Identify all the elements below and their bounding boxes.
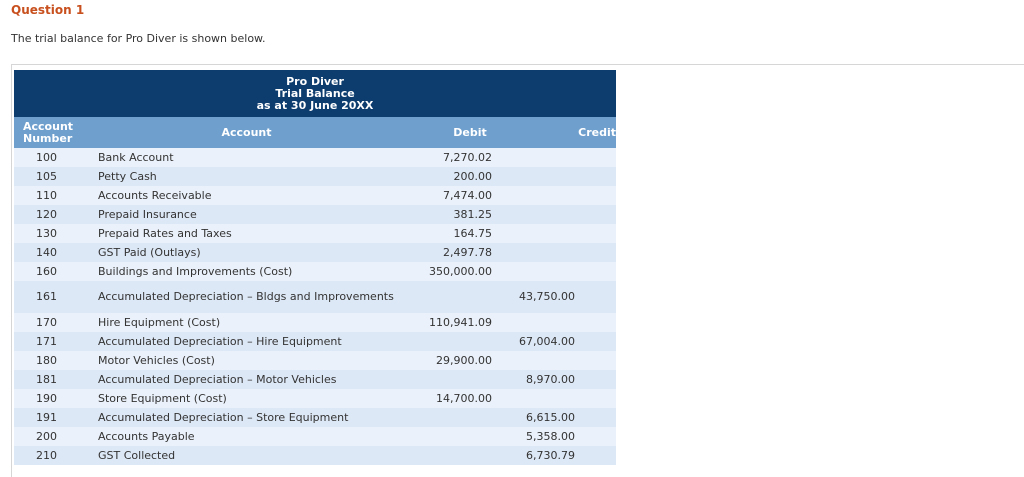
credit-cell: 8,970.00 — [505, 370, 617, 389]
account-number-cell: 180 — [14, 351, 88, 370]
col-header-number: Account Number — [14, 117, 88, 148]
debit-cell: 29,900.00 — [405, 351, 505, 370]
table-row: 140 GST Paid (Outlays) 2,497.78 — [14, 243, 617, 262]
account-name-cell: GST Collected — [88, 446, 405, 465]
debit-cell: 7,474.00 — [405, 186, 505, 205]
table-title-row: Pro Diver Trial Balance as at 30 June 20… — [14, 70, 617, 117]
col-header-debit: Debit — [405, 117, 505, 148]
trial-balance-table-wrapper: Pro Diver Trial Balance as at 30 June 20… — [14, 70, 617, 465]
table-row: 100 Bank Account 7,270.02 — [14, 148, 617, 167]
account-number-cell: 200 — [14, 427, 88, 446]
account-name-cell: Accumulated Depreciation – Hire Equipmen… — [88, 332, 405, 351]
account-name-cell: Accumulated Depreciation – Store Equipme… — [88, 408, 405, 427]
account-number-cell: 191 — [14, 408, 88, 427]
table-row: 120 Prepaid Insurance 381.25 — [14, 205, 617, 224]
account-number-cell: 171 — [14, 332, 88, 351]
table-row: 171 Accumulated Depreciation – Hire Equip… — [14, 332, 617, 351]
debit-cell: 2,497.78 — [405, 243, 505, 262]
account-number-cell: 190 — [14, 389, 88, 408]
debit-cell: 164.75 — [405, 224, 505, 243]
credit-cell — [505, 148, 617, 167]
credit-cell: 43,750.00 — [505, 281, 617, 313]
table-row: 181 Accumulated Depreciation – Motor Vehi… — [14, 370, 617, 389]
table-row: 110 Accounts Receivable 7,474.00 — [14, 186, 617, 205]
table-body: 100 Bank Account 7,270.02 105 Petty Cash 200.… — [14, 148, 617, 465]
table-row: 200 Accounts Payable 5,358.00 — [14, 427, 617, 446]
account-name-cell: GST Paid (Outlays) — [88, 243, 405, 262]
account-number-cell: 181 — [14, 370, 88, 389]
credit-cell — [505, 351, 617, 370]
account-number-cell: 140 — [14, 243, 88, 262]
credit-cell — [505, 205, 617, 224]
account-name-cell: Bank Account — [88, 148, 405, 167]
debit-cell — [405, 446, 505, 465]
debit-cell: 350,000.00 — [405, 262, 505, 281]
account-number-cell: 105 — [14, 167, 88, 186]
debit-cell: 200.00 — [405, 167, 505, 186]
account-name-cell: Accounts Payable — [88, 427, 405, 446]
col-header-account: Account — [88, 117, 405, 148]
table-row: 170 Hire Equipment (Cost) 110,941.09 — [14, 313, 617, 332]
account-number-cell: 170 — [14, 313, 88, 332]
account-name-cell: Prepaid Rates and Taxes — [88, 224, 405, 243]
account-number-cell: 100 — [14, 148, 88, 167]
credit-cell — [505, 224, 617, 243]
credit-cell — [505, 313, 617, 332]
debit-cell — [405, 332, 505, 351]
col-header-credit: Credit — [505, 117, 617, 148]
debit-cell: 381.25 — [405, 205, 505, 224]
table-title: Pro Diver Trial Balance as at 30 June 20… — [14, 70, 617, 117]
table-row: 210 GST Collected 6,730.79 — [14, 446, 617, 465]
account-number-cell: 161 — [14, 281, 88, 313]
debit-cell — [405, 281, 505, 313]
account-number-cell: 210 — [14, 446, 88, 465]
account-name-cell: Petty Cash — [88, 167, 405, 186]
account-number-cell: 120 — [14, 205, 88, 224]
debit-cell — [405, 427, 505, 446]
account-name-cell: Motor Vehicles (Cost) — [88, 351, 405, 370]
column-header-row: Account Number Account Debit Credit — [14, 117, 617, 148]
account-name-cell: Prepaid Insurance — [88, 205, 405, 224]
account-name-cell: Hire Equipment (Cost) — [88, 313, 405, 332]
account-number-cell: 160 — [14, 262, 88, 281]
table-row: 180 Motor Vehicles (Cost) 29,900.00 — [14, 351, 617, 370]
trial-balance-table: Pro Diver Trial Balance as at 30 June 20… — [14, 70, 617, 465]
account-number-cell: 110 — [14, 186, 88, 205]
credit-cell — [505, 167, 617, 186]
table-row: 190 Store Equipment (Cost) 14,700.00 — [14, 389, 617, 408]
table-row: 105 Petty Cash 200.00 — [14, 167, 617, 186]
account-name-cell: Store Equipment (Cost) — [88, 389, 405, 408]
account-number-cell: 130 — [14, 224, 88, 243]
credit-cell: 67,004.00 — [505, 332, 617, 351]
report-date: as at 30 June 20XX — [256, 99, 374, 112]
debit-cell — [405, 370, 505, 389]
debit-cell: 110,941.09 — [405, 313, 505, 332]
table-row: 191 Accumulated Depreciation – Store Equi… — [14, 408, 617, 427]
table-row: 161 Accumulated Depreciation – Bldgs and … — [14, 281, 617, 313]
credit-cell — [505, 389, 617, 408]
credit-cell: 6,615.00 — [505, 408, 617, 427]
account-name-cell: Accumulated Depreciation – Motor Vehicle… — [88, 370, 405, 389]
account-name-cell: Accumulated Depreciation – Bldgs and Imp… — [88, 281, 405, 313]
question-intro: The trial balance for Pro Diver is shown… — [11, 32, 266, 45]
account-name-cell: Buildings and Improvements (Cost) — [88, 262, 405, 281]
credit-cell: 6,730.79 — [505, 446, 617, 465]
question-title: Question 1 — [11, 3, 85, 17]
account-name-cell: Accounts Receivable — [88, 186, 405, 205]
table-row: 160 Buildings and Improvements (Cost) 350,… — [14, 262, 617, 281]
credit-cell — [505, 186, 617, 205]
debit-cell: 7,270.02 — [405, 148, 505, 167]
credit-cell — [505, 243, 617, 262]
debit-cell: 14,700.00 — [405, 389, 505, 408]
table-row: 130 Prepaid Rates and Taxes 164.75 — [14, 224, 617, 243]
credit-cell: 5,358.00 — [505, 427, 617, 446]
credit-cell — [505, 262, 617, 281]
debit-cell — [405, 408, 505, 427]
